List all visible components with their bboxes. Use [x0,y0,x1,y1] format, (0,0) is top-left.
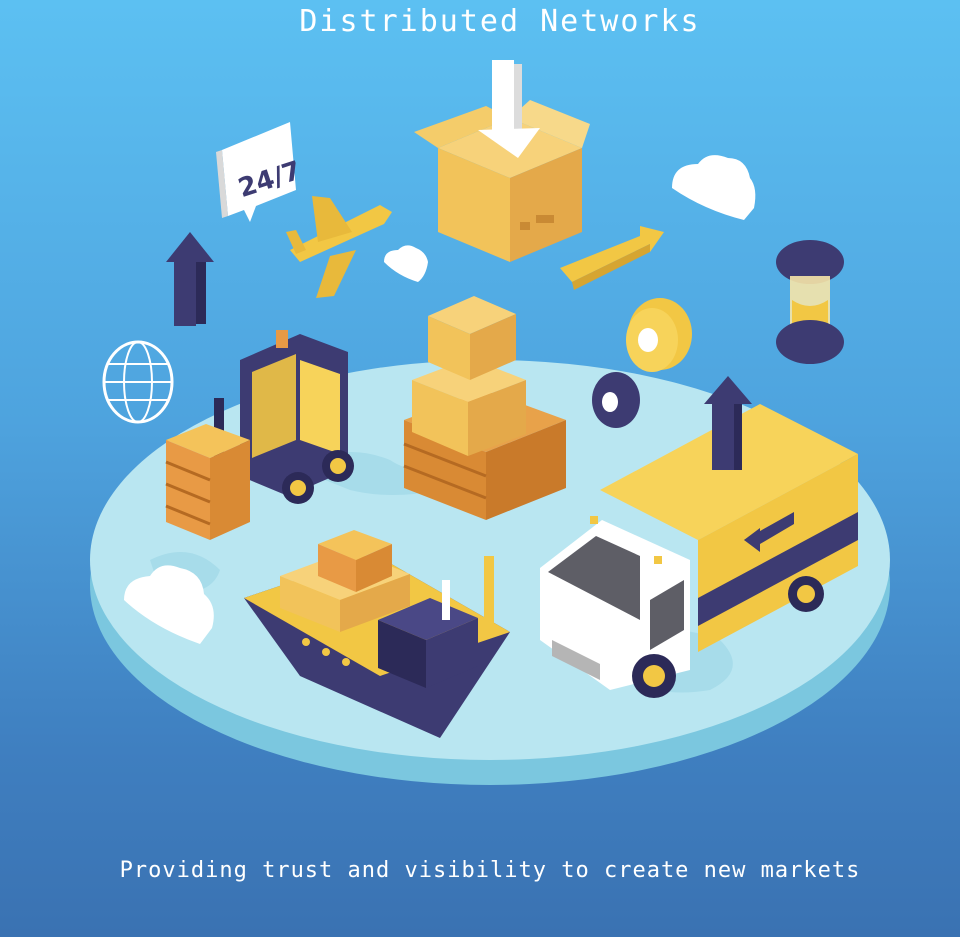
logistics-illustration: 24/7 [90,60,890,785]
airplane-icon [286,196,392,298]
hourglass-icon [776,240,844,364]
right-arrow-icon [560,226,664,290]
up-arrow-icon [166,232,214,326]
tagline: Providing trust and visibility to create… [119,858,861,883]
24-7-chat-bubble-icon: 24/7 [216,122,305,222]
globe-icon [102,340,174,424]
